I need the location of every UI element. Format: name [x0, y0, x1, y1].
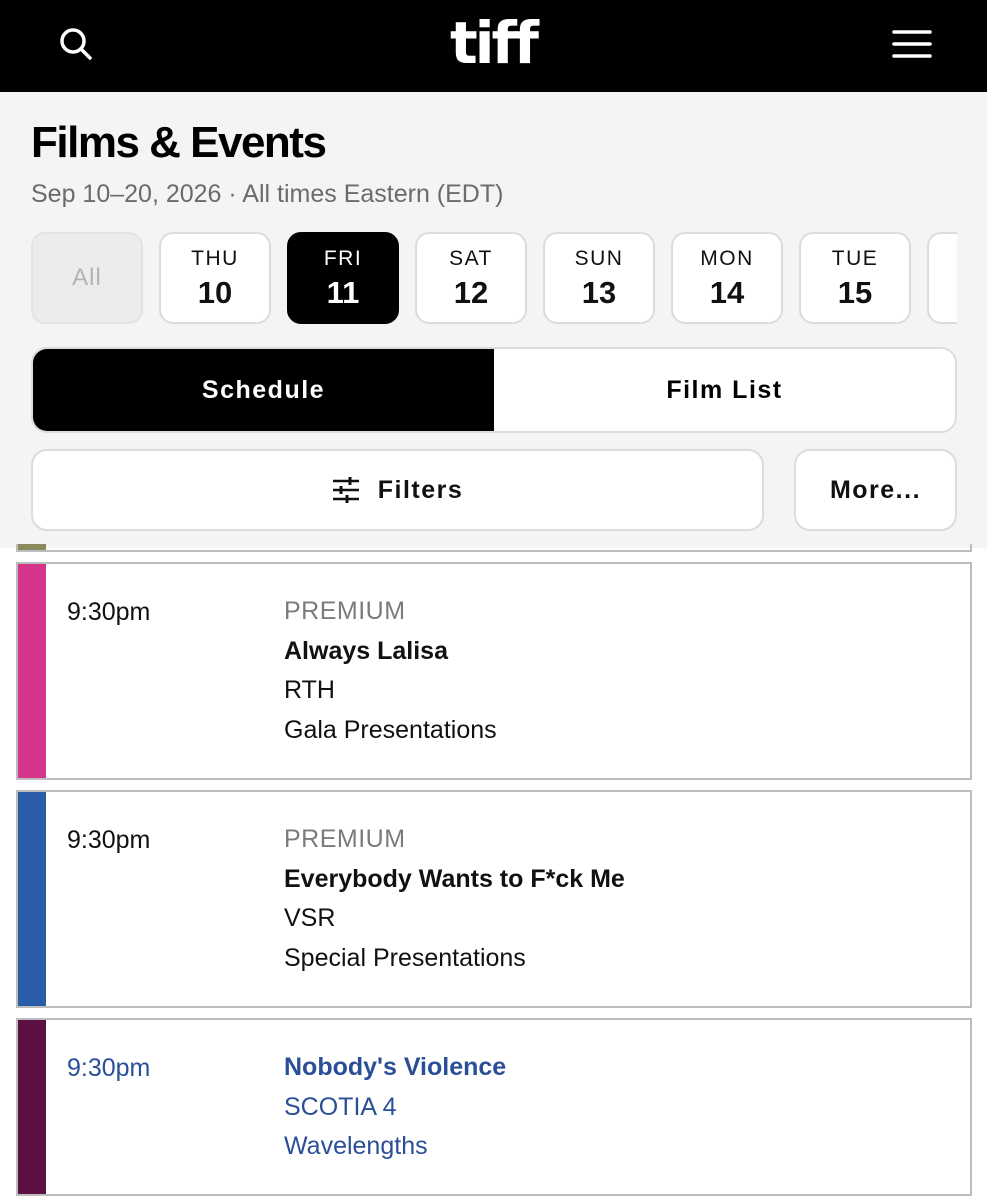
date-chip-dow: SUN — [574, 247, 624, 270]
page-subtitle: Sep 10–20, 2026 · All times Eastern (EDT… — [31, 180, 504, 208]
search-icon — [60, 28, 92, 60]
date-chip-dow: FRI — [323, 247, 363, 270]
date-chip-num: 14 — [709, 275, 745, 310]
schedule-tab[interactable]: Schedule — [33, 349, 494, 431]
program-color-stripe — [18, 792, 46, 1006]
event-card[interactable]: 9:30pm Nobody's Violence SCOTIA 4 Wavele… — [16, 1018, 972, 1196]
date-chip-dow: THU — [191, 247, 239, 270]
date-chip-all-label: All — [72, 264, 102, 291]
event-venue: SCOTIA 4 — [284, 1092, 397, 1121]
sliders-icon — [332, 477, 359, 503]
event-program: Wavelengths — [284, 1132, 428, 1160]
date-chip-all[interactable]: All — [31, 232, 143, 324]
date-selector: All THU 10 FRI 11 SAT 12 SUN 13 MON 14 T… — [31, 232, 957, 324]
schedule-header-panel: Films & Events Sep 10–20, 2026 · All tim… — [0, 92, 987, 548]
event-time: 9:30pm — [67, 598, 151, 626]
event-info: Nobody's Violence SCOTIA 4 Wavelengths — [284, 1048, 506, 1167]
date-chip-thu-10[interactable]: THU 10 — [159, 232, 271, 324]
top-nav-bar: tiff — [0, 0, 987, 92]
program-color-stripe — [18, 1020, 46, 1194]
event-info: PREMIUM Everybody Wants to F*ck Me VSR S… — [284, 820, 625, 978]
date-chip-num: 10 — [197, 275, 233, 310]
date-chip-tue-15[interactable]: TUE 15 — [799, 232, 911, 324]
filters-button[interactable]: Filters — [31, 449, 764, 531]
filters-label: Filters — [377, 475, 464, 504]
date-chip-num: 15 — [837, 275, 873, 310]
event-info: PREMIUM Always Lalisa RTH Gala Presentat… — [284, 592, 497, 750]
event-venue: RTH — [284, 676, 335, 704]
date-chip-num: 11 — [326, 275, 360, 310]
date-chip-dow: MON — [700, 247, 754, 270]
date-chip-sun-13[interactable]: SUN 13 — [543, 232, 655, 324]
date-chip-next-partial[interactable] — [927, 232, 957, 324]
view-toggle: Schedule Film List — [31, 347, 957, 433]
program-color-stripe — [18, 544, 46, 550]
event-tag: PREMIUM — [284, 825, 406, 853]
event-title[interactable]: Always Lalisa — [284, 632, 497, 672]
tiff-logo[interactable]: tiff — [433, 10, 553, 76]
date-chip-dow: SAT — [449, 247, 493, 270]
hamburger-menu-icon — [892, 30, 932, 58]
date-chip-mon-14[interactable]: MON 14 — [671, 232, 783, 324]
event-card-partial[interactable] — [16, 544, 972, 552]
program-color-stripe — [18, 564, 46, 778]
menu-button[interactable] — [886, 20, 938, 68]
date-chip-num: 13 — [581, 275, 617, 310]
more-button[interactable]: More... — [794, 449, 957, 531]
event-time: 9:30pm — [67, 1054, 151, 1082]
date-chip-dow: TUE — [831, 247, 879, 270]
event-card[interactable]: 9:30pm PREMIUM Always Lalisa RTH Gala Pr… — [16, 562, 972, 780]
date-chip-fri-11[interactable]: FRI 11 — [287, 232, 399, 324]
event-time: 9:30pm — [67, 826, 151, 854]
event-title[interactable]: Nobody's Violence — [284, 1048, 506, 1088]
event-program: Special Presentations — [284, 943, 526, 972]
date-chip-sat-12[interactable]: SAT 12 — [415, 232, 527, 324]
event-venue: VSR — [284, 904, 336, 932]
search-button[interactable] — [52, 20, 100, 68]
event-card[interactable]: 9:30pm PREMIUM Everybody Wants to F*ck M… — [16, 790, 972, 1008]
event-title[interactable]: Everybody Wants to F*ck Me — [284, 860, 625, 900]
film-list-tab[interactable]: Film List — [494, 349, 955, 431]
event-tag: PREMIUM — [284, 597, 406, 625]
event-program: Gala Presentations — [284, 715, 497, 744]
page-title: Films & Events — [31, 118, 327, 167]
date-chip-num: 12 — [453, 275, 489, 310]
